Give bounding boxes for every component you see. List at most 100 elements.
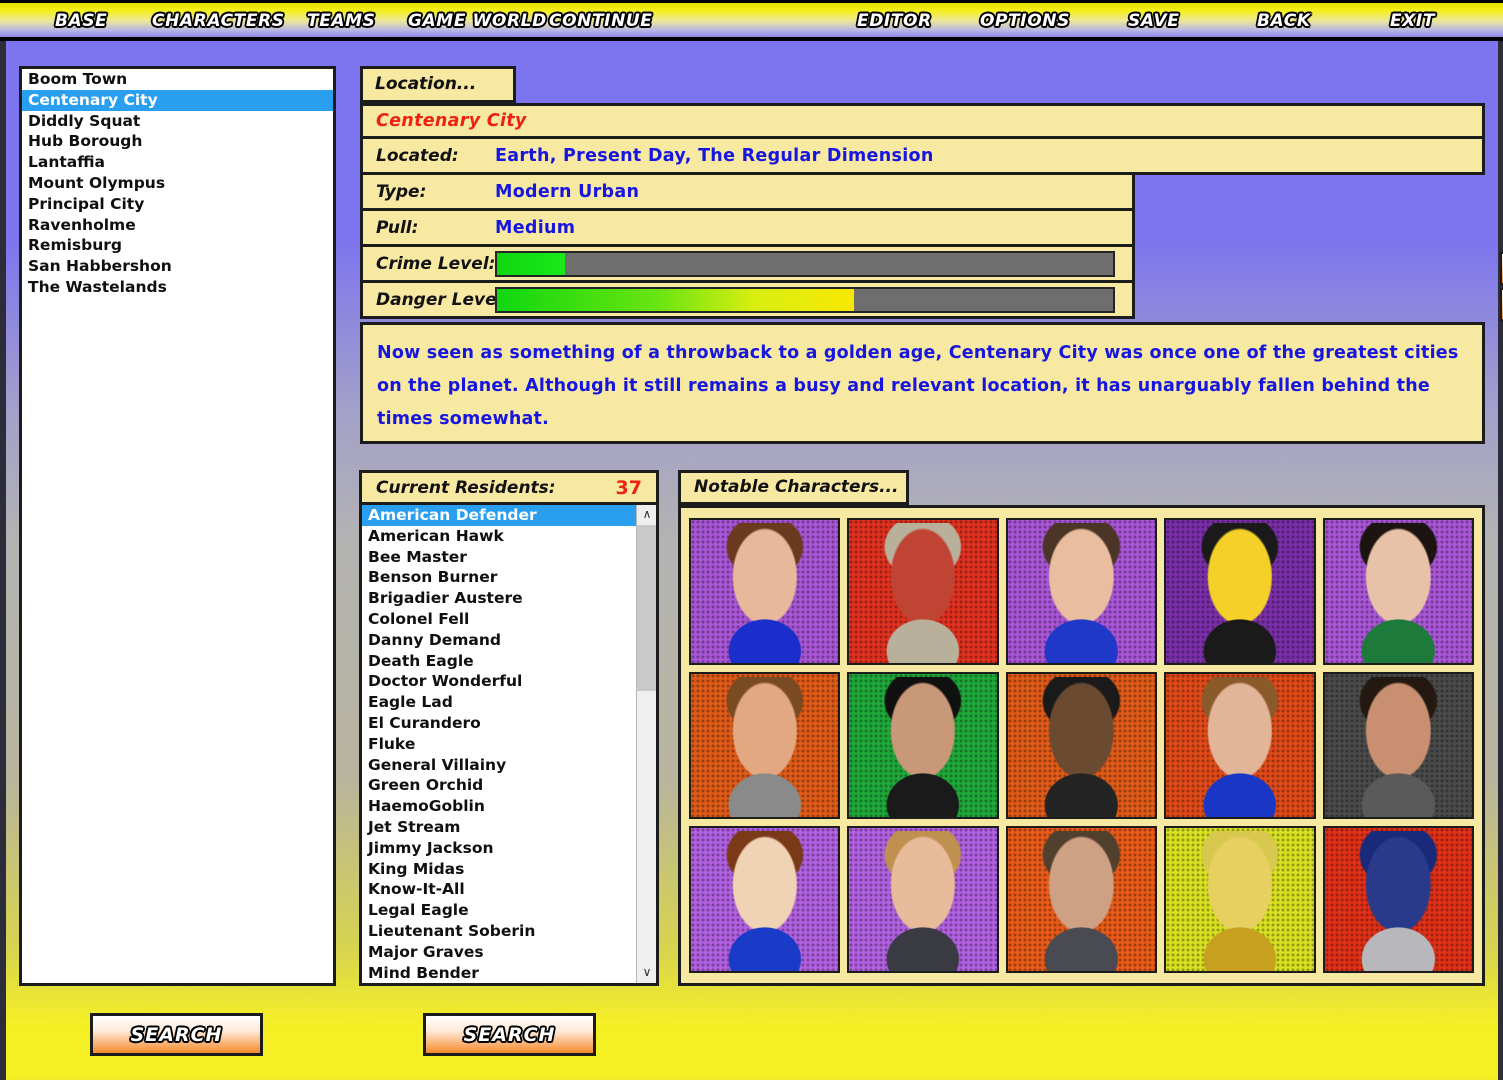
menu-item-exit[interactable]: EXIT <box>1390 11 1435 31</box>
location-description-text: Now seen as something of a throwback to … <box>377 337 1468 436</box>
character-portrait[interactable] <box>1006 826 1157 973</box>
portrait-face <box>1353 677 1444 819</box>
resident-list-item[interactable]: Fluke <box>362 734 636 755</box>
character-portrait[interactable] <box>1006 518 1157 665</box>
search-button[interactable]: SEARCH <box>423 1013 596 1056</box>
character-portrait[interactable] <box>689 826 840 973</box>
top-menu-bar: BASE CHARACTERS TEAMS GAME WORLDCONTINUE EDI… <box>0 0 1503 41</box>
menu-item-options[interactable]: OPTIONS <box>980 11 1070 31</box>
location-list-item[interactable]: Principal City <box>22 194 333 215</box>
location-list-item[interactable]: Mount Olympus <box>22 173 333 194</box>
location-list-item[interactable]: Centenary City <box>22 90 333 111</box>
portrait-face <box>1194 831 1285 973</box>
location-list-item[interactable]: Ravenholme <box>22 215 333 236</box>
character-portrait[interactable] <box>689 672 840 819</box>
level-bar-fill <box>497 289 854 311</box>
locations-list[interactable]: Boom TownCentenary CityDiddly SquatHub B… <box>19 66 336 986</box>
location-fields: Located:Earth, Present Day, The Regular … <box>360 139 1485 247</box>
level-bar-row: Crime Level: <box>360 247 1135 283</box>
notable-characters-header[interactable]: Notable Characters... <box>678 470 909 505</box>
portrait-face <box>877 831 968 973</box>
resident-list-item[interactable]: Green Orchid <box>362 775 636 796</box>
portrait-face <box>1036 831 1127 973</box>
level-bar-label: Danger Level: <box>363 290 495 310</box>
current-residents-header: Current Residents: 37 <box>359 470 659 505</box>
residents-list[interactable]: American DefenderAmerican HawkBee Master… <box>359 505 659 986</box>
resident-list-item[interactable]: Colonel Fell <box>362 609 636 630</box>
resident-list-item[interactable]: Jimmy Jackson <box>362 838 636 859</box>
character-portrait[interactable] <box>1323 826 1474 973</box>
detail-field-value: Medium <box>495 218 575 238</box>
resident-list-item[interactable]: American Hawk <box>362 526 636 547</box>
portrait-face <box>1036 523 1127 665</box>
portrait-face <box>877 523 968 665</box>
location-list-item[interactable]: Diddly Squat <box>22 111 333 132</box>
resident-list-item[interactable]: King Midas <box>362 859 636 880</box>
character-portrait[interactable] <box>847 826 998 973</box>
search-button[interactable]: SEARCH <box>90 1013 263 1056</box>
portrait-face <box>719 677 810 819</box>
menu-item-teams[interactable]: TEAMS <box>307 11 376 31</box>
level-bar-track <box>495 287 1115 313</box>
current-residents-count: 37 <box>616 477 642 499</box>
character-portrait[interactable] <box>689 518 840 665</box>
location-list-item[interactable]: Boom Town <box>22 69 333 90</box>
character-portrait[interactable] <box>1164 672 1315 819</box>
notable-characters-grid <box>678 505 1485 986</box>
portrait-face <box>1353 831 1444 973</box>
resident-list-item[interactable]: Legal Eagle <box>362 900 636 921</box>
location-description-box: Now seen as something of a throwback to … <box>360 322 1485 444</box>
location-list-item[interactable]: The Wastelands <box>22 277 333 298</box>
resident-list-item[interactable]: Bee Master <box>362 547 636 568</box>
portrait-face <box>1036 677 1127 819</box>
location-list-item[interactable]: Hub Borough <box>22 131 333 152</box>
resident-list-item[interactable]: American Defender <box>362 505 636 526</box>
portrait-face <box>719 523 810 665</box>
resident-list-item[interactable]: Brigadier Austere <box>362 588 636 609</box>
location-title: Centenary City <box>363 111 527 131</box>
resident-list-item[interactable]: General Villainy <box>362 755 636 776</box>
search-button-label: SEARCH <box>464 1024 556 1046</box>
resident-list-item[interactable]: El Curandero <box>362 713 636 734</box>
resident-list-item[interactable]: Know-It-All <box>362 879 636 900</box>
scroll-down-icon[interactable]: ∨ <box>637 963 657 983</box>
search-button-label: SEARCH <box>131 1024 223 1046</box>
detail-field-label: Type: <box>363 182 495 202</box>
resident-list-item[interactable]: Eagle Lad <box>362 692 636 713</box>
resident-list-item[interactable]: Death Eagle <box>362 651 636 672</box>
resident-list-item[interactable]: Major Graves <box>362 942 636 963</box>
level-bar-row: Danger Level: <box>360 283 1135 319</box>
detail-field-row: Located:Earth, Present Day, The Regular … <box>360 139 1485 175</box>
location-list-item[interactable]: San Habbershon <box>22 256 333 277</box>
resident-list-item[interactable]: Danny Demand <box>362 630 636 651</box>
resident-list-item[interactable]: Mind Bender <box>362 963 636 984</box>
character-portrait[interactable] <box>847 518 998 665</box>
scrollbar-thumb[interactable] <box>637 525 657 691</box>
resident-list-item[interactable]: Jet Stream <box>362 817 636 838</box>
location-list-item[interactable]: Lantaffia <box>22 152 333 173</box>
resident-list-item[interactable]: HaemoGoblin <box>362 796 636 817</box>
character-portrait[interactable] <box>1164 518 1315 665</box>
menu-item-editor[interactable]: EDITOR <box>857 11 932 31</box>
menu-item-save[interactable]: SAVE <box>1128 11 1179 31</box>
character-portrait[interactable] <box>847 672 998 819</box>
level-bar-track <box>495 251 1115 277</box>
character-portrait[interactable] <box>1006 672 1157 819</box>
menu-item-back[interactable]: BACK <box>1257 11 1311 31</box>
location-list-item[interactable]: Remisburg <box>22 235 333 256</box>
menu-item-game-world[interactable]: GAME WORLD <box>408 11 547 31</box>
portrait-face <box>719 831 810 973</box>
character-portrait[interactable] <box>1164 826 1315 973</box>
resident-list-item[interactable]: Benson Burner <box>362 567 636 588</box>
location-tab-header[interactable]: Location... <box>360 66 516 103</box>
menu-item-base[interactable]: BASE <box>55 11 107 31</box>
menu-item-continue[interactable]: CONTINUE <box>549 11 653 31</box>
menu-item-characters[interactable]: CHARACTERS <box>152 11 285 31</box>
scroll-up-icon[interactable]: ∧ <box>637 505 657 525</box>
detail-field-label: Located: <box>363 146 495 166</box>
resident-list-item[interactable]: Doctor Wonderful <box>362 671 636 692</box>
character-portrait[interactable] <box>1323 672 1474 819</box>
character-portrait[interactable] <box>1323 518 1474 665</box>
residents-scrollbar[interactable]: ∧ ∨ <box>636 505 656 983</box>
resident-list-item[interactable]: Lieutenant Soberin <box>362 921 636 942</box>
